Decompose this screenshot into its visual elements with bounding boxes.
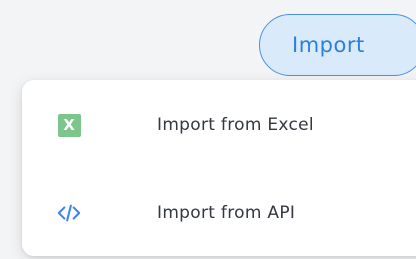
import-button[interactable]: Import (259, 14, 416, 76)
menu-item-import-from-excel[interactable]: X Import from Excel (22, 85, 416, 165)
menu-item-import-from-api[interactable]: Import from API (22, 173, 416, 253)
import-dropdown-menu: X Import from Excel Import from API (22, 80, 416, 256)
excel-icon: X (57, 113, 81, 137)
code-icon (57, 201, 81, 225)
import-button-label: Import (292, 33, 365, 57)
menu-item-label: Import from API (157, 203, 296, 223)
menu-item-label: Import from Excel (157, 115, 314, 135)
excel-icon-glyph: X (57, 113, 81, 137)
app-canvas: Import X Import from Excel Import from A… (0, 0, 416, 259)
code-icon-svg (57, 204, 81, 222)
